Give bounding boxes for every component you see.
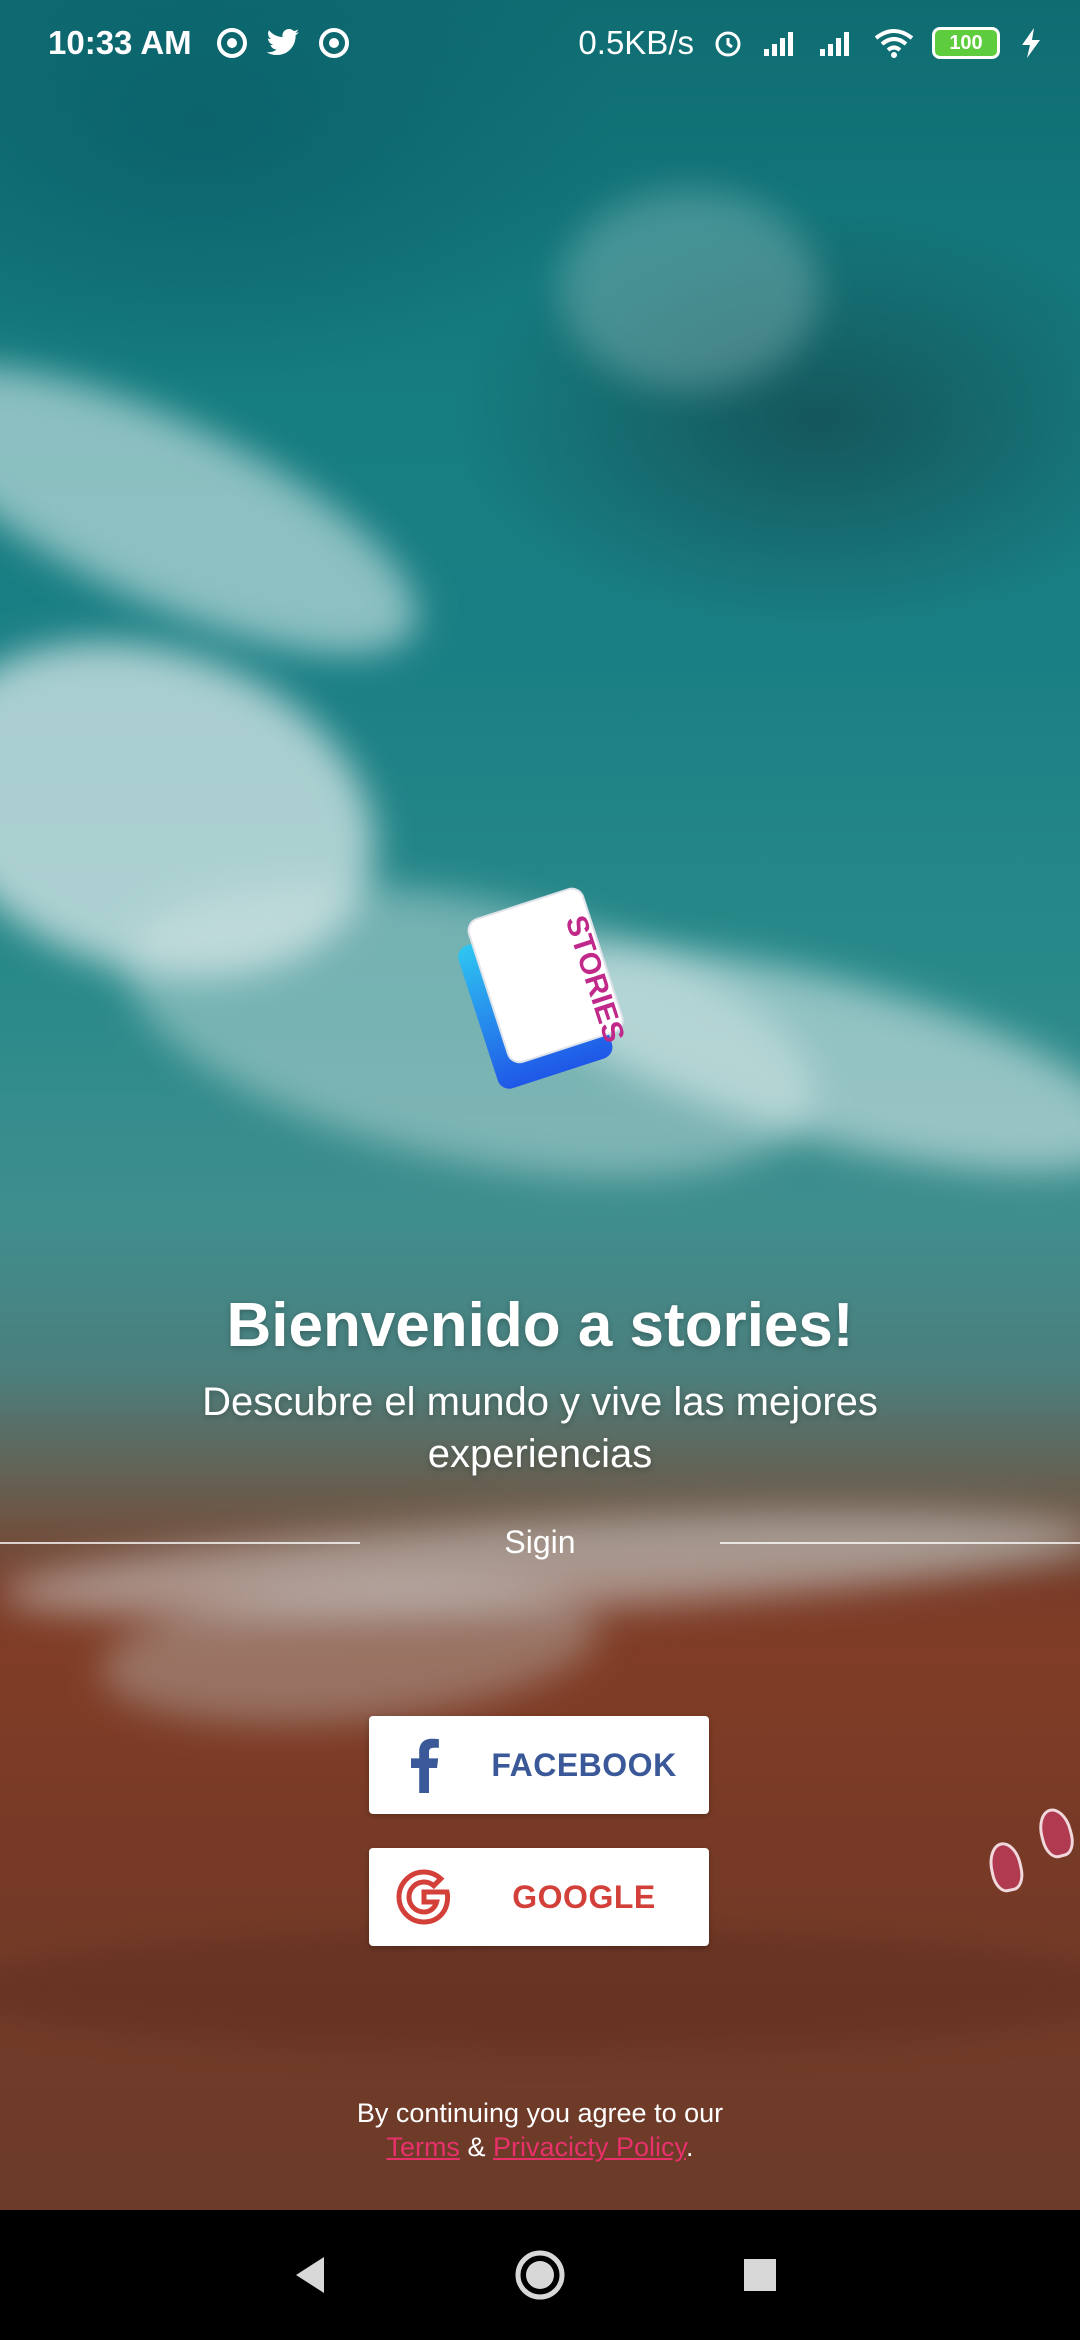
battery-icon: 100	[932, 27, 1000, 59]
alarm-icon	[712, 27, 744, 59]
privacy-policy-link[interactable]: Privacicty Policy	[493, 2132, 686, 2162]
google-button-label: GOOGLE	[512, 1878, 656, 1915]
home-icon[interactable]	[470, 2210, 610, 2340]
divider-right	[720, 1542, 1080, 1544]
recent-apps-icon[interactable]	[690, 2210, 830, 2340]
google-icon	[369, 1868, 479, 1926]
terms-notice: By continuing you agree to our Terms & P…	[0, 2096, 1080, 2164]
terms-prefix: By continuing you agree to our	[356, 2098, 724, 2128]
login-screen: 10:33 AM 0.5KB/s 100 STORIES Bienvenido …	[0, 0, 1080, 2340]
stories-logo: STORIES	[458, 880, 631, 1100]
twitter-icon	[265, 28, 301, 58]
terms-link[interactable]: Terms	[386, 2132, 460, 2162]
signal-icon	[818, 29, 856, 57]
network-speed: 0.5KB/s	[578, 24, 694, 61]
status-time: 10:33 AM	[48, 24, 192, 61]
wifi-icon	[874, 28, 914, 58]
terms-and: &	[467, 2132, 486, 2162]
signin-label: Sigin	[504, 1524, 576, 1560]
back-icon[interactable]	[240, 2210, 380, 2340]
signal-icon	[762, 29, 800, 57]
sync-icon	[215, 26, 249, 60]
welcome-title: Bienvenido a stories!	[226, 1291, 854, 1360]
navigation-bar	[0, 2210, 1080, 2340]
facebook-icon	[369, 1737, 479, 1793]
terms-suffix: .	[686, 2132, 694, 2162]
status-bar: 10:33 AM 0.5KB/s 100	[0, 0, 1080, 90]
charging-icon	[1018, 27, 1044, 59]
welcome-subtitle: Descubre el mundo y vive las mejores exp…	[202, 1380, 878, 1476]
divider-left	[0, 1542, 360, 1544]
facebook-login-button[interactable]: FACEBOOK	[369, 1716, 709, 1814]
sync-icon	[317, 26, 351, 60]
google-login-button[interactable]: GOOGLE	[369, 1848, 709, 1946]
facebook-button-label: FACEBOOK	[491, 1746, 677, 1783]
